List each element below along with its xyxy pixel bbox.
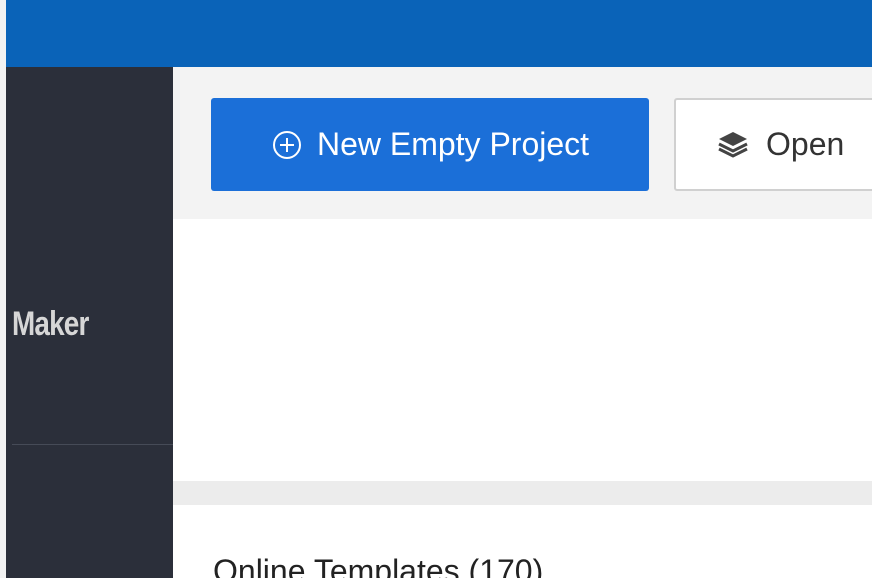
online-templates-section: Online Templates (170) <box>173 505 872 578</box>
open-label: Open <box>766 126 845 162</box>
sidebar-divider <box>12 444 173 445</box>
title-bar <box>6 0 872 67</box>
sidebar-app-title: Maker <box>12 305 89 343</box>
plus-circle-icon <box>272 130 301 159</box>
app-window: Maker New Empty Project Open Online Temp… <box>0 0 872 578</box>
main-panel: New Empty Project Open Online Templates … <box>173 67 872 578</box>
sidebar: Maker <box>6 67 173 578</box>
open-project-button[interactable]: Open <box>674 98 872 191</box>
layers-icon <box>718 131 748 158</box>
section-separator <box>173 481 872 505</box>
project-toolbar: New Empty Project Open <box>173 67 872 219</box>
online-templates-heading: Online Templates (170) <box>213 553 544 578</box>
new-empty-project-label: New Empty Project <box>316 126 590 162</box>
new-empty-project-button[interactable]: New Empty Project <box>211 98 649 191</box>
recent-projects-area <box>173 219 872 481</box>
